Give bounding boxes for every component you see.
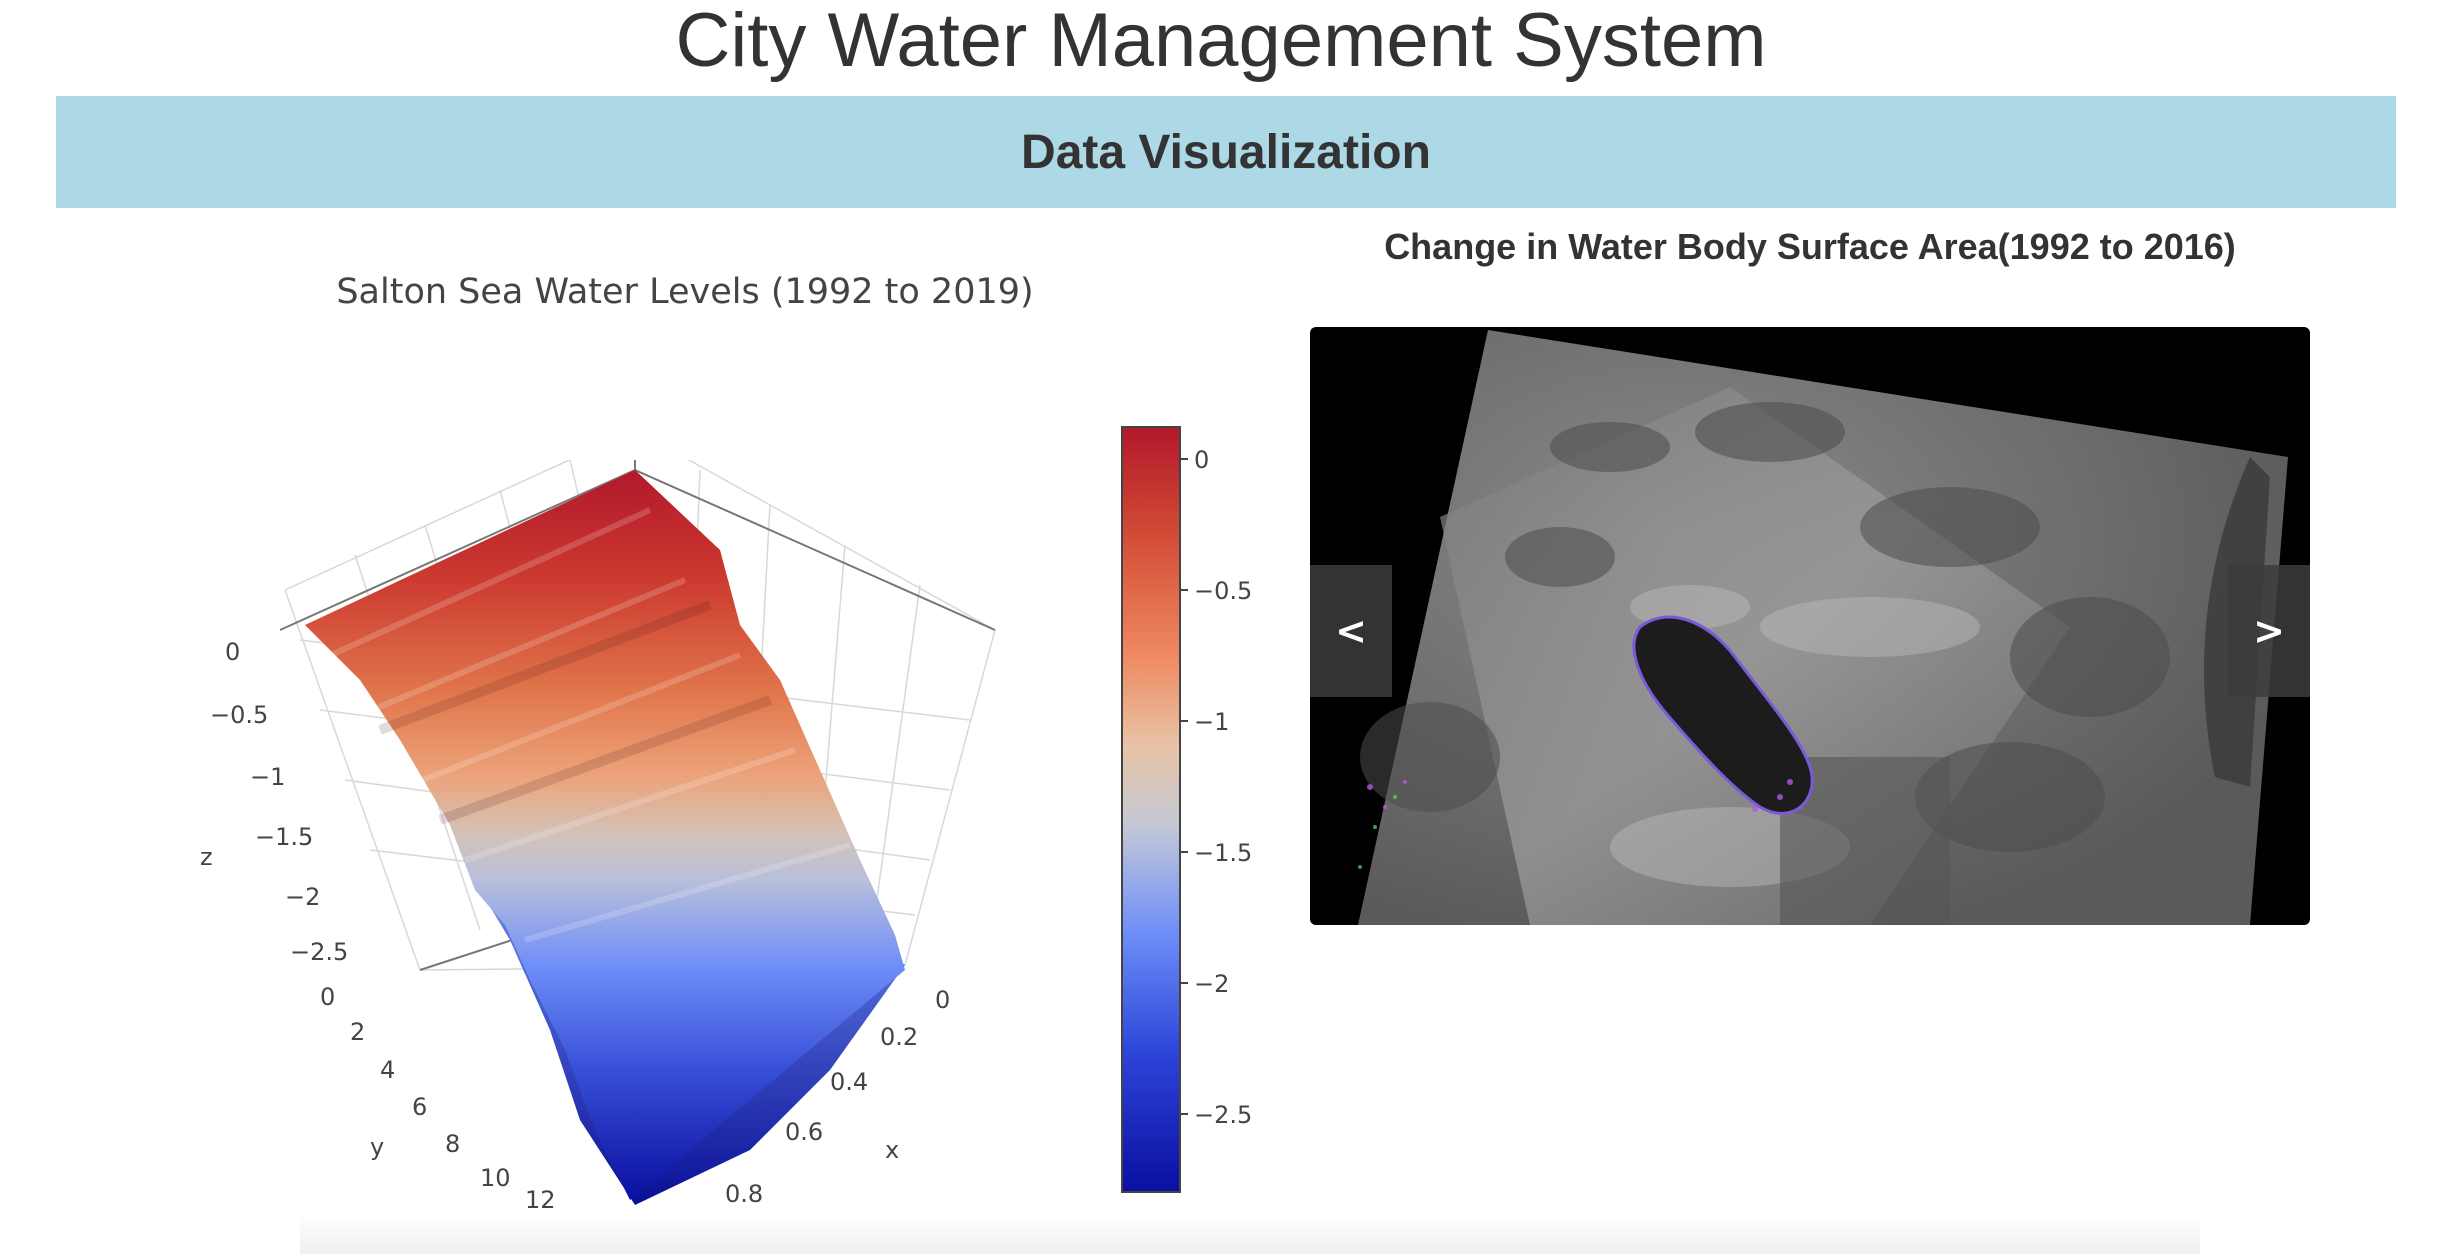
z-tick: −1.5 [255, 823, 313, 851]
colorbar: 0 −0.5 −1 −1.5 −2 −2.5 [1121, 426, 1252, 1193]
app-title: City Water Management System [675, 0, 1767, 83]
y-tick: 6 [412, 1093, 427, 1121]
y-tick: 2 [350, 1018, 365, 1046]
carousel-next-button[interactable]: > [2228, 565, 2310, 697]
x-axis-label: x [885, 1136, 899, 1164]
section-title: Data Visualization [1021, 125, 1431, 179]
surface-top[interactable] [305, 470, 905, 1200]
z-tick: −2.5 [290, 938, 348, 966]
section-banner: Data Visualization [56, 96, 2396, 208]
y-tick: 0 [320, 983, 335, 1011]
x-tick: 0.4 [830, 1068, 868, 1096]
colorbar-tick-label: −1 [1194, 708, 1229, 736]
colorbar-tick-label: −2 [1194, 970, 1229, 998]
colorbar-gradient [1121, 426, 1181, 1193]
y-axis-label: y [370, 1133, 384, 1161]
x-tick: 0 [935, 986, 950, 1014]
z-tick: −2 [285, 883, 320, 911]
colorbar-ticks [1180, 458, 1188, 1115]
z-axis-label: z [200, 843, 213, 871]
bottom-shadow [300, 1215, 2200, 1254]
colorbar-tick-label: −2.5 [1194, 1101, 1252, 1129]
satellite-image [1358, 330, 2288, 925]
surface-plot[interactable]: 0 −0.5 −1 −1.5 −2 −2.5 z 0 2 4 6 8 10 12… [180, 460, 1040, 1210]
y-tick: 4 [380, 1056, 395, 1084]
z-tick: −1 [250, 763, 285, 791]
gallery-title: Change in Water Body Surface Area(1992 t… [1384, 226, 2236, 267]
colorbar-tick-label: −0.5 [1194, 577, 1252, 605]
y-tick: 12 [525, 1186, 556, 1210]
surface-plot-title: Salton Sea Water Levels (1992 to 2019) [336, 272, 1034, 312]
colorbar-tick-label: −1.5 [1194, 839, 1252, 867]
image-carousel[interactable]: < > [1310, 327, 2310, 925]
y-axis-ticks: 0 2 4 6 8 10 12 [320, 983, 556, 1210]
x-tick: 0.2 [880, 1023, 918, 1051]
y-tick: 10 [480, 1164, 511, 1192]
x-tick: 0.8 [725, 1180, 763, 1208]
z-tick: −0.5 [210, 701, 268, 729]
z-axis-ticks: 0 −0.5 −1 −1.5 −2 −2.5 [210, 638, 348, 966]
colorbar-tick-label: 0 [1194, 446, 1209, 474]
y-tick: 8 [445, 1130, 460, 1158]
z-tick: 0 [225, 638, 240, 666]
x-tick: 0.6 [785, 1118, 823, 1146]
carousel-prev-button[interactable]: < [1310, 565, 1392, 697]
